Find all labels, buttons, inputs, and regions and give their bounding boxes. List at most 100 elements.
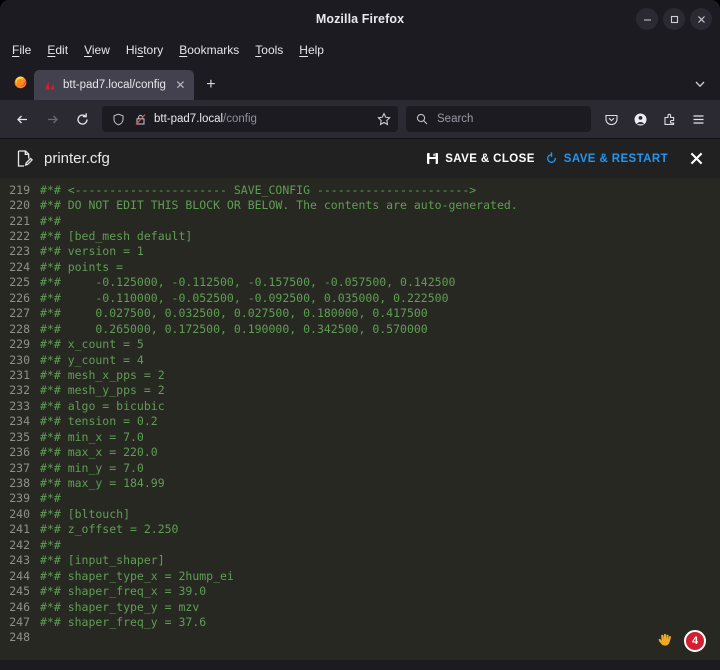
line-content: #*# y_count = 4 <box>40 352 144 367</box>
line-number: 247 <box>9 614 30 629</box>
line-number: 234 <box>9 414 30 429</box>
line-content: #*# version = 1 <box>40 244 144 259</box>
line-content: #*# x_count = 5 <box>40 337 144 352</box>
line-number: 238 <box>9 476 30 491</box>
code-line: 220 #*# DO NOT EDIT THIS BLOCK OR BELOW. … <box>0 197 720 212</box>
line-content: #*# <---------------------- SAVE_CONFIG … <box>40 182 477 197</box>
line-content: #*# z_offset = 2.250 <box>40 522 179 537</box>
minimize-button[interactable] <box>636 8 658 30</box>
forward-button[interactable] <box>38 105 66 133</box>
maximize-button[interactable] <box>663 8 685 30</box>
line-number: 233 <box>9 398 30 413</box>
code-line: 219 #*# <---------------------- SAVE_CONF… <box>0 182 720 197</box>
code-line: 240 #*# [bltouch] <box>0 506 720 521</box>
code-line: 223 #*# version = 1 <box>0 244 720 259</box>
close-icon <box>690 152 702 165</box>
close-editor-button[interactable] <box>684 147 708 171</box>
url-host: btt-pad7.local <box>154 113 224 125</box>
line-number: 240 <box>9 506 30 521</box>
line-number: 248 <box>9 630 30 645</box>
code-line: 222 #*# [bed_mesh default] <box>0 228 720 243</box>
code-line: 235 #*# min_x = 7.0 <box>0 429 720 444</box>
save-and-close-button[interactable]: SAVE & CLOSE <box>426 152 535 165</box>
tab-title: btt-pad7.local/config <box>63 79 166 91</box>
line-number: 241 <box>9 522 30 537</box>
line-number: 236 <box>9 445 30 460</box>
insecure-lock-icon[interactable] <box>132 111 148 127</box>
search-icon <box>414 111 430 127</box>
hand-cursor-icon <box>656 632 676 650</box>
line-number: 239 <box>9 491 30 506</box>
line-number: 232 <box>9 383 30 398</box>
line-content: #*# mesh_x_pps = 2 <box>40 367 165 382</box>
line-number: 246 <box>9 599 30 614</box>
line-number: 230 <box>9 352 30 367</box>
code-line: 236 #*# max_x = 220.0 <box>0 444 720 459</box>
menu-item-file[interactable]: File <box>12 43 31 57</box>
navigation-toolbar: btt-pad7.local/config Search <box>0 100 720 138</box>
bookmark-star-icon[interactable] <box>376 111 392 127</box>
menu-item-history[interactable]: History <box>126 43 163 57</box>
code-line: 247 #*# shaper_freq_y = 37.6 <box>0 614 720 629</box>
extensions-icon[interactable] <box>655 105 683 133</box>
back-button[interactable] <box>8 105 36 133</box>
menu-item-edit[interactable]: Edit <box>47 43 68 57</box>
overlay-badges: 4 <box>656 630 706 652</box>
line-content: #*# shaper_freq_y = 37.6 <box>40 614 207 629</box>
line-number: 223 <box>9 244 30 259</box>
mainsail-favicon-icon <box>43 79 56 92</box>
code-line: 242 #*# <box>0 537 720 552</box>
close-window-button[interactable] <box>690 8 712 30</box>
line-number: 220 <box>9 198 30 213</box>
reload-button[interactable] <box>68 105 96 133</box>
editor-header: printer.cfg SAVE & CLOSE SAVE & RESTART <box>0 138 720 178</box>
line-number: 235 <box>9 429 30 444</box>
floppy-disk-icon <box>427 153 439 164</box>
save-and-restart-label: SAVE & RESTART <box>563 152 668 165</box>
line-content: #*# points = <box>40 259 124 274</box>
account-icon[interactable] <box>626 105 654 133</box>
browser-tab-active[interactable]: btt-pad7.local/config ✕ <box>34 70 194 100</box>
code-lines: 219 #*# <---------------------- SAVE_CONF… <box>0 182 720 645</box>
code-line: 238 #*# max_y = 184.99 <box>0 475 720 490</box>
line-content: #*# <box>40 537 61 552</box>
line-number: 245 <box>9 584 30 599</box>
code-line: 239 #*# <box>0 491 720 506</box>
pocket-icon[interactable] <box>597 105 625 133</box>
url-bar[interactable]: btt-pad7.local/config <box>102 106 398 132</box>
file-edit-icon <box>14 149 34 169</box>
search-placeholder: Search <box>437 113 474 125</box>
line-content: #*# tension = 0.2 <box>40 414 158 429</box>
line-content: #*# shaper_freq_x = 39.0 <box>40 584 207 599</box>
menu-item-help[interactable]: Help <box>299 43 324 57</box>
line-content: #*# [input_shaper] <box>40 553 165 568</box>
line-content: #*# shaper_type_x = 2hump_ei <box>40 568 234 583</box>
app-menu-icon[interactable] <box>684 105 712 133</box>
tab-close-icon[interactable]: ✕ <box>173 78 188 93</box>
line-content: #*# min_y = 7.0 <box>40 460 144 475</box>
code-line: 228 #*# 0.265000, 0.172500, 0.190000, 0.3… <box>0 321 720 336</box>
list-all-tabs-icon[interactable] <box>690 74 710 94</box>
code-line: 245 #*# shaper_freq_x = 39.0 <box>0 583 720 598</box>
firefox-window: Mozilla Firefox File Edit View History Bookm… <box>0 0 720 670</box>
menu-item-bookmarks[interactable]: Bookmarks <box>179 43 239 57</box>
line-number: 243 <box>9 553 30 568</box>
url-text: btt-pad7.local/config <box>154 113 370 125</box>
menu-item-view[interactable]: View <box>84 43 110 57</box>
toolbar-right-icons <box>597 105 712 133</box>
code-editor[interactable]: 219 #*# <---------------------- SAVE_CONF… <box>0 178 720 660</box>
line-number: 244 <box>9 568 30 583</box>
shield-icon[interactable] <box>110 111 126 127</box>
new-tab-button[interactable]: + <box>198 72 224 98</box>
url-path: /config <box>223 113 257 125</box>
menu-item-tools[interactable]: Tools <box>255 43 283 57</box>
code-line: 248 <box>0 630 720 645</box>
code-line: 233 #*# algo = bicubic <box>0 398 720 413</box>
line-number: 237 <box>9 460 30 475</box>
save-and-close-label: SAVE & CLOSE <box>445 152 535 165</box>
save-and-restart-button[interactable]: SAVE & RESTART <box>545 152 668 165</box>
code-line: 234 #*# tension = 0.2 <box>0 414 720 429</box>
line-number: 225 <box>9 275 30 290</box>
line-number: 222 <box>9 229 30 244</box>
search-bar[interactable]: Search <box>406 106 591 132</box>
